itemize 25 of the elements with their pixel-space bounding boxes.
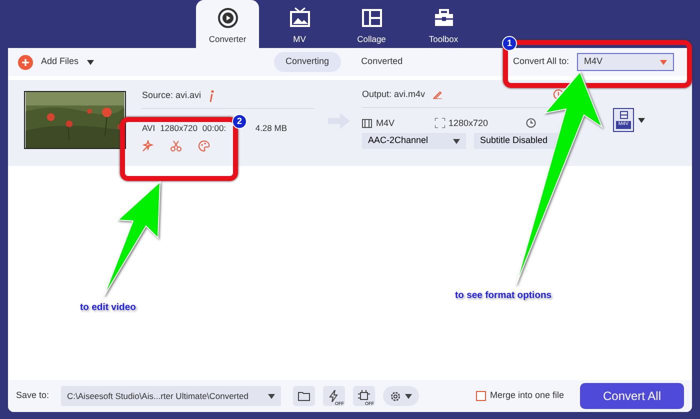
convert-all-label: Convert All to: — [512, 55, 569, 68]
media-info: 00:00: — [202, 122, 226, 134]
save-to-label: Save to: — [16, 389, 50, 402]
merge-label: Merge into one file — [490, 389, 564, 402]
view-tab[interactable]: Converted — [349, 52, 415, 72]
convert-all-button[interactable]: Convert All — [580, 383, 684, 409]
tab[interactable]: Toolbox — [412, 0, 475, 48]
media-info: AVI — [142, 122, 156, 134]
add-files-button[interactable]: Add Files — [18, 52, 106, 72]
output-filename: Output: avi.m4v — [362, 88, 426, 101]
output-resolution: 1280x720 — [448, 116, 488, 130]
media-info: 4.28 MB — [255, 122, 287, 134]
source-filename: Source: avi.avi — [142, 89, 202, 102]
media-info: 1280x720 — [160, 122, 198, 134]
tab[interactable]: Collage — [340, 0, 403, 48]
audio-dropdown[interactable]: AAC-2Channel — [362, 133, 466, 149]
format-dropdown[interactable]: M4V — [577, 53, 674, 71]
save-path-dropdown[interactable]: C:\Aiseesoft Studio\Ais...rter Ultimate\Converted — [61, 386, 282, 406]
tab[interactable]: MV — [268, 0, 331, 48]
step-badge: 1 — [502, 36, 517, 51]
output-format: M4V — [376, 116, 395, 130]
tab[interactable]: Converter — [196, 0, 259, 48]
annotation-caption: to edit video — [80, 301, 136, 315]
view-tab[interactable]: Converting — [274, 52, 342, 72]
annotation-caption: to see format options — [455, 289, 552, 303]
